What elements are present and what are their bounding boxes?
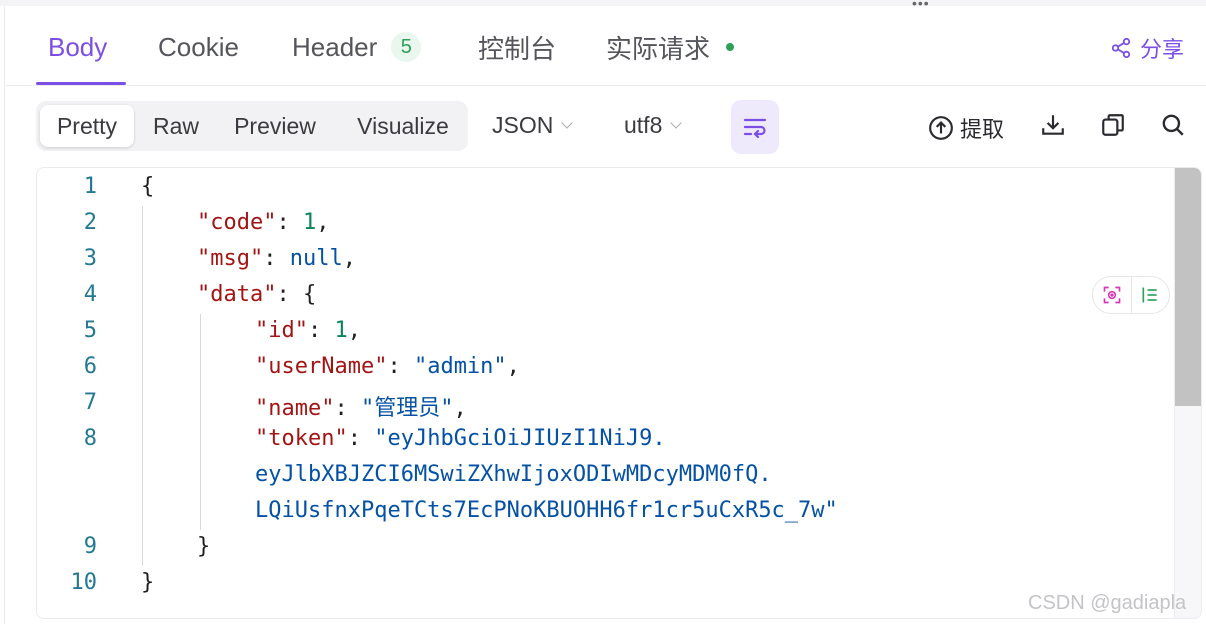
response-tab-bar: Body Cookie Header 5 控制台 实际请求 分享 xyxy=(6,6,1206,86)
encoding-select[interactable]: utf8 xyxy=(624,112,683,139)
response-body-editor[interactable]: 1 2 3 4 5 6 7 8 9 10 { "code": 1, "msg":… xyxy=(36,167,1202,619)
line-number: 6 xyxy=(83,354,97,379)
word-wrap-icon xyxy=(743,118,767,138)
search-icon xyxy=(1162,114,1184,136)
indent-guide xyxy=(200,314,201,530)
align-icon xyxy=(1142,287,1157,303)
search-button[interactable] xyxy=(1160,112,1186,138)
extract-label: 提取 xyxy=(960,117,1005,142)
locate-button[interactable] xyxy=(1093,276,1131,314)
copy-icon xyxy=(1102,114,1124,136)
line-number: 4 xyxy=(83,282,97,307)
floating-code-toolbar xyxy=(1092,276,1170,314)
line-number: 9 xyxy=(83,534,97,559)
indent-guide xyxy=(142,206,143,566)
code-line: { xyxy=(141,174,155,199)
extract-button[interactable]: 提取 xyxy=(928,112,1004,144)
line-number: 2 xyxy=(83,210,97,235)
left-divider xyxy=(4,6,5,624)
code-line: LQiUsfnxPqeTCts7EcPNoKBUOHH6fr1cr5uCxR5c… xyxy=(255,498,838,523)
line-number: 10 xyxy=(70,570,98,595)
line-number: 3 xyxy=(83,246,97,271)
code-line: } xyxy=(197,534,211,559)
locate-icon xyxy=(1103,286,1121,304)
upload-circle-icon xyxy=(929,116,953,140)
view-mode-visualize[interactable]: Visualize xyxy=(342,105,464,147)
tab-console-label: 控制台 xyxy=(478,33,557,64)
code-line: } xyxy=(141,570,155,595)
line-number: 1 xyxy=(83,174,97,199)
code-line: "token": "eyJhbGciOiJIUzI1NiJ9. xyxy=(255,426,666,451)
line-number: 8 xyxy=(83,426,97,451)
code-line: "userName": "admin", xyxy=(255,354,520,379)
copy-button[interactable] xyxy=(1100,112,1126,138)
active-tab-indicator xyxy=(36,82,126,85)
code-line: "data": { xyxy=(197,282,317,307)
line-number: 7 xyxy=(83,390,97,415)
tab-actual-request[interactable]: 实际请求 xyxy=(606,30,735,64)
code-line: "name": "管理员", xyxy=(255,396,467,421)
view-mode-pretty[interactable]: Pretty xyxy=(40,105,134,147)
chevron-down-icon xyxy=(561,116,574,129)
tab-body[interactable]: Body xyxy=(48,30,107,64)
share-label: 分享 xyxy=(1140,37,1185,62)
code-line: "id": 1, xyxy=(255,318,361,343)
scrollbar-thumb[interactable] xyxy=(1175,168,1201,406)
tab-body-label: Body xyxy=(48,31,108,62)
vertical-scrollbar[interactable] xyxy=(1174,168,1201,618)
share-button[interactable]: 分享 xyxy=(1110,32,1184,64)
chevron-down-icon xyxy=(670,116,683,129)
code-line: eyJlbXBJZCI6MSwiZXhwIjoxODIwMDcyMDM0fQ. xyxy=(255,462,772,487)
code-line: "code": 1, xyxy=(197,210,330,235)
download-icon xyxy=(1042,115,1064,135)
encoding-select-value: utf8 xyxy=(624,112,663,138)
format-select[interactable]: JSON xyxy=(492,112,574,139)
view-mode-segmented-control: Pretty Raw Preview Visualize xyxy=(36,101,468,151)
line-number: 5 xyxy=(83,318,97,343)
tab-header[interactable]: Header 5 xyxy=(292,30,422,64)
tab-cookie[interactable]: Cookie xyxy=(158,30,239,64)
watermark: CSDN @gadiapla xyxy=(1028,592,1187,614)
tab-actual-request-label: 实际请求 xyxy=(606,33,711,64)
header-count-badge: 5 xyxy=(391,32,422,62)
align-button[interactable] xyxy=(1131,276,1169,314)
tab-console[interactable]: 控制台 xyxy=(478,30,556,64)
tab-cookie-label: Cookie xyxy=(158,31,239,62)
format-select-value: JSON xyxy=(492,112,554,138)
tab-header-label: Header xyxy=(292,31,378,62)
status-dot-icon xyxy=(726,43,735,51)
code-line: "msg": null, xyxy=(197,246,356,271)
download-button[interactable] xyxy=(1040,112,1066,138)
share-icon xyxy=(1111,37,1131,59)
view-mode-raw[interactable]: Raw xyxy=(142,105,210,147)
word-wrap-toggle[interactable] xyxy=(731,100,779,154)
view-mode-preview[interactable]: Preview xyxy=(220,105,330,147)
